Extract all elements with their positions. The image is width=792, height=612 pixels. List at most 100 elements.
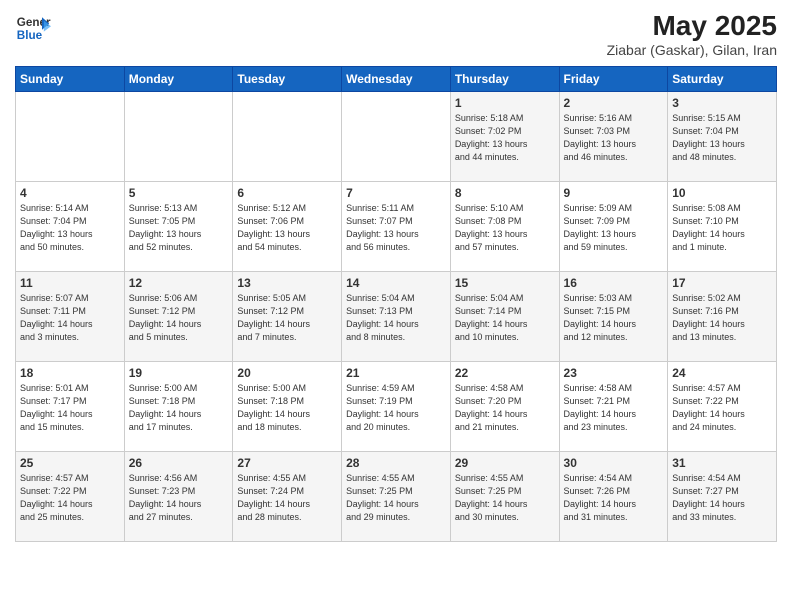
location-subtitle: Ziabar (Gaskar), Gilan, Iran xyxy=(607,42,777,58)
day-info: Sunrise: 5:10 AM Sunset: 7:08 PM Dayligh… xyxy=(455,202,555,254)
day-number: 9 xyxy=(564,186,664,200)
calendar-cell: 20 Sunrise: 5:00 AM Sunset: 7:18 PM Dayli… xyxy=(233,362,342,452)
day-info: Sunrise: 4:55 AM Sunset: 7:24 PM Dayligh… xyxy=(237,472,337,524)
weekday-header-saturday: Saturday xyxy=(668,67,777,92)
calendar-cell: 9 Sunrise: 5:09 AM Sunset: 7:09 PM Daylig… xyxy=(559,182,668,272)
weekday-header-friday: Friday xyxy=(559,67,668,92)
calendar-cell: 13Sunrise: 5:05 AM Sunset: 7:12 PM Dayli… xyxy=(233,272,342,362)
day-number: 30 xyxy=(564,456,664,470)
day-info: Sunrise: 4:55 AM Sunset: 7:25 PM Dayligh… xyxy=(455,472,555,524)
day-info: Sunrise: 4:59 AM Sunset: 7:19 PM Dayligh… xyxy=(346,382,446,434)
day-info: Sunrise: 5:18 AM Sunset: 7:02 PM Dayligh… xyxy=(455,112,555,164)
day-info: Sunrise: 5:15 AM Sunset: 7:04 PM Dayligh… xyxy=(672,112,772,164)
day-info: Sunrise: 5:04 AM Sunset: 7:14 PM Dayligh… xyxy=(455,292,555,344)
calendar-cell: 11 Sunrise: 5:07 AM Sunset: 7:11 PM Dayli… xyxy=(16,272,125,362)
calendar-cell: 22 Sunrise: 4:58 AM Sunset: 7:20 PM Dayli… xyxy=(450,362,559,452)
week-row-1: 1 Sunrise: 5:18 AM Sunset: 7:02 PM Daylig… xyxy=(16,92,777,182)
day-info: Sunrise: 5:00 AM Sunset: 7:18 PM Dayligh… xyxy=(129,382,229,434)
day-info: Sunrise: 5:00 AM Sunset: 7:18 PM Dayligh… xyxy=(237,382,337,434)
day-info: Sunrise: 5:14 AM Sunset: 7:04 PM Dayligh… xyxy=(20,202,120,254)
page-header: General Blue May 2025 Ziabar (Gaskar), G… xyxy=(15,10,777,58)
day-number: 8 xyxy=(455,186,555,200)
day-info: Sunrise: 4:58 AM Sunset: 7:20 PM Dayligh… xyxy=(455,382,555,434)
svg-text:Blue: Blue xyxy=(17,29,43,42)
day-info: Sunrise: 4:57 AM Sunset: 7:22 PM Dayligh… xyxy=(20,472,120,524)
calendar-cell: 29 Sunrise: 4:55 AM Sunset: 7:25 PM Dayli… xyxy=(450,452,559,542)
day-number: 12 xyxy=(129,276,229,290)
day-number: 6 xyxy=(237,186,337,200)
calendar-cell: 30 Sunrise: 4:54 AM Sunset: 7:26 PM Dayli… xyxy=(559,452,668,542)
day-info: Sunrise: 5:06 AM Sunset: 7:12 PM Dayligh… xyxy=(129,292,229,344)
calendar-cell: 26Sunrise: 4:56 AM Sunset: 7:23 PM Dayli… xyxy=(124,452,233,542)
day-info: Sunrise: 5:13 AM Sunset: 7:05 PM Dayligh… xyxy=(129,202,229,254)
day-info: Sunrise: 5:02 AM Sunset: 7:16 PM Dayligh… xyxy=(672,292,772,344)
calendar-cell: 24Sunrise: 4:57 AM Sunset: 7:22 PM Dayli… xyxy=(668,362,777,452)
calendar-cell xyxy=(124,92,233,182)
day-number: 22 xyxy=(455,366,555,380)
calendar-cell: 2Sunrise: 5:16 AM Sunset: 7:03 PM Daylig… xyxy=(559,92,668,182)
day-info: Sunrise: 5:07 AM Sunset: 7:11 PM Dayligh… xyxy=(20,292,120,344)
calendar-cell: 5Sunrise: 5:13 AM Sunset: 7:05 PM Daylig… xyxy=(124,182,233,272)
calendar-cell: 14Sunrise: 5:04 AM Sunset: 7:13 PM Dayli… xyxy=(342,272,451,362)
week-row-3: 11 Sunrise: 5:07 AM Sunset: 7:11 PM Dayli… xyxy=(16,272,777,362)
day-number: 3 xyxy=(672,96,772,110)
day-info: Sunrise: 4:54 AM Sunset: 7:27 PM Dayligh… xyxy=(672,472,772,524)
day-number: 1 xyxy=(455,96,555,110)
week-row-4: 18 Sunrise: 5:01 AM Sunset: 7:17 PM Dayli… xyxy=(16,362,777,452)
calendar-cell: 7 Sunrise: 5:11 AM Sunset: 7:07 PM Daylig… xyxy=(342,182,451,272)
calendar-cell: 15Sunrise: 5:04 AM Sunset: 7:14 PM Dayli… xyxy=(450,272,559,362)
day-number: 26 xyxy=(129,456,229,470)
day-info: Sunrise: 4:54 AM Sunset: 7:26 PM Dayligh… xyxy=(564,472,664,524)
day-info: Sunrise: 5:08 AM Sunset: 7:10 PM Dayligh… xyxy=(672,202,772,254)
calendar-cell xyxy=(233,92,342,182)
day-number: 25 xyxy=(20,456,120,470)
weekday-header-row: SundayMondayTuesdayWednesdayThursdayFrid… xyxy=(16,67,777,92)
calendar-table: SundayMondayTuesdayWednesdayThursdayFrid… xyxy=(15,66,777,542)
day-number: 4 xyxy=(20,186,120,200)
day-info: Sunrise: 5:16 AM Sunset: 7:03 PM Dayligh… xyxy=(564,112,664,164)
calendar-cell: 12 Sunrise: 5:06 AM Sunset: 7:12 PM Dayli… xyxy=(124,272,233,362)
calendar-cell: 18 Sunrise: 5:01 AM Sunset: 7:17 PM Dayli… xyxy=(16,362,125,452)
day-info: Sunrise: 5:09 AM Sunset: 7:09 PM Dayligh… xyxy=(564,202,664,254)
calendar-cell xyxy=(342,92,451,182)
calendar-cell: 31 Sunrise: 4:54 AM Sunset: 7:27 PM Dayli… xyxy=(668,452,777,542)
day-number: 29 xyxy=(455,456,555,470)
day-number: 20 xyxy=(237,366,337,380)
day-number: 18 xyxy=(20,366,120,380)
calendar-cell: 23 Sunrise: 4:58 AM Sunset: 7:21 PM Dayli… xyxy=(559,362,668,452)
calendar-cell: 6 Sunrise: 5:12 AM Sunset: 7:06 PM Daylig… xyxy=(233,182,342,272)
calendar-cell: 1 Sunrise: 5:18 AM Sunset: 7:02 PM Daylig… xyxy=(450,92,559,182)
day-number: 11 xyxy=(20,276,120,290)
day-number: 10 xyxy=(672,186,772,200)
calendar-cell xyxy=(16,92,125,182)
day-info: Sunrise: 5:12 AM Sunset: 7:06 PM Dayligh… xyxy=(237,202,337,254)
day-number: 16 xyxy=(564,276,664,290)
weekday-header-tuesday: Tuesday xyxy=(233,67,342,92)
day-number: 7 xyxy=(346,186,446,200)
weekday-header-thursday: Thursday xyxy=(450,67,559,92)
day-info: Sunrise: 5:04 AM Sunset: 7:13 PM Dayligh… xyxy=(346,292,446,344)
logo-icon: General Blue xyxy=(15,10,51,46)
day-info: Sunrise: 4:57 AM Sunset: 7:22 PM Dayligh… xyxy=(672,382,772,434)
title-block: May 2025 Ziabar (Gaskar), Gilan, Iran xyxy=(607,10,777,58)
day-number: 31 xyxy=(672,456,772,470)
calendar-cell: 10 Sunrise: 5:08 AM Sunset: 7:10 PM Dayli… xyxy=(668,182,777,272)
calendar-cell: 4 Sunrise: 5:14 AM Sunset: 7:04 PM Daylig… xyxy=(16,182,125,272)
calendar-cell: 3 Sunrise: 5:15 AM Sunset: 7:04 PM Daylig… xyxy=(668,92,777,182)
day-info: Sunrise: 5:11 AM Sunset: 7:07 PM Dayligh… xyxy=(346,202,446,254)
day-number: 17 xyxy=(672,276,772,290)
day-info: Sunrise: 4:55 AM Sunset: 7:25 PM Dayligh… xyxy=(346,472,446,524)
calendar-cell: 17 Sunrise: 5:02 AM Sunset: 7:16 PM Dayli… xyxy=(668,272,777,362)
week-row-5: 25 Sunrise: 4:57 AM Sunset: 7:22 PM Dayli… xyxy=(16,452,777,542)
day-number: 23 xyxy=(564,366,664,380)
day-number: 19 xyxy=(129,366,229,380)
calendar-cell: 19 Sunrise: 5:00 AM Sunset: 7:18 PM Dayli… xyxy=(124,362,233,452)
calendar-cell: 16Sunrise: 5:03 AM Sunset: 7:15 PM Dayli… xyxy=(559,272,668,362)
day-info: Sunrise: 5:01 AM Sunset: 7:17 PM Dayligh… xyxy=(20,382,120,434)
month-title: May 2025 xyxy=(607,10,777,42)
day-info: Sunrise: 4:58 AM Sunset: 7:21 PM Dayligh… xyxy=(564,382,664,434)
weekday-header-wednesday: Wednesday xyxy=(342,67,451,92)
logo: General Blue xyxy=(15,10,51,46)
weekday-header-monday: Monday xyxy=(124,67,233,92)
day-number: 21 xyxy=(346,366,446,380)
